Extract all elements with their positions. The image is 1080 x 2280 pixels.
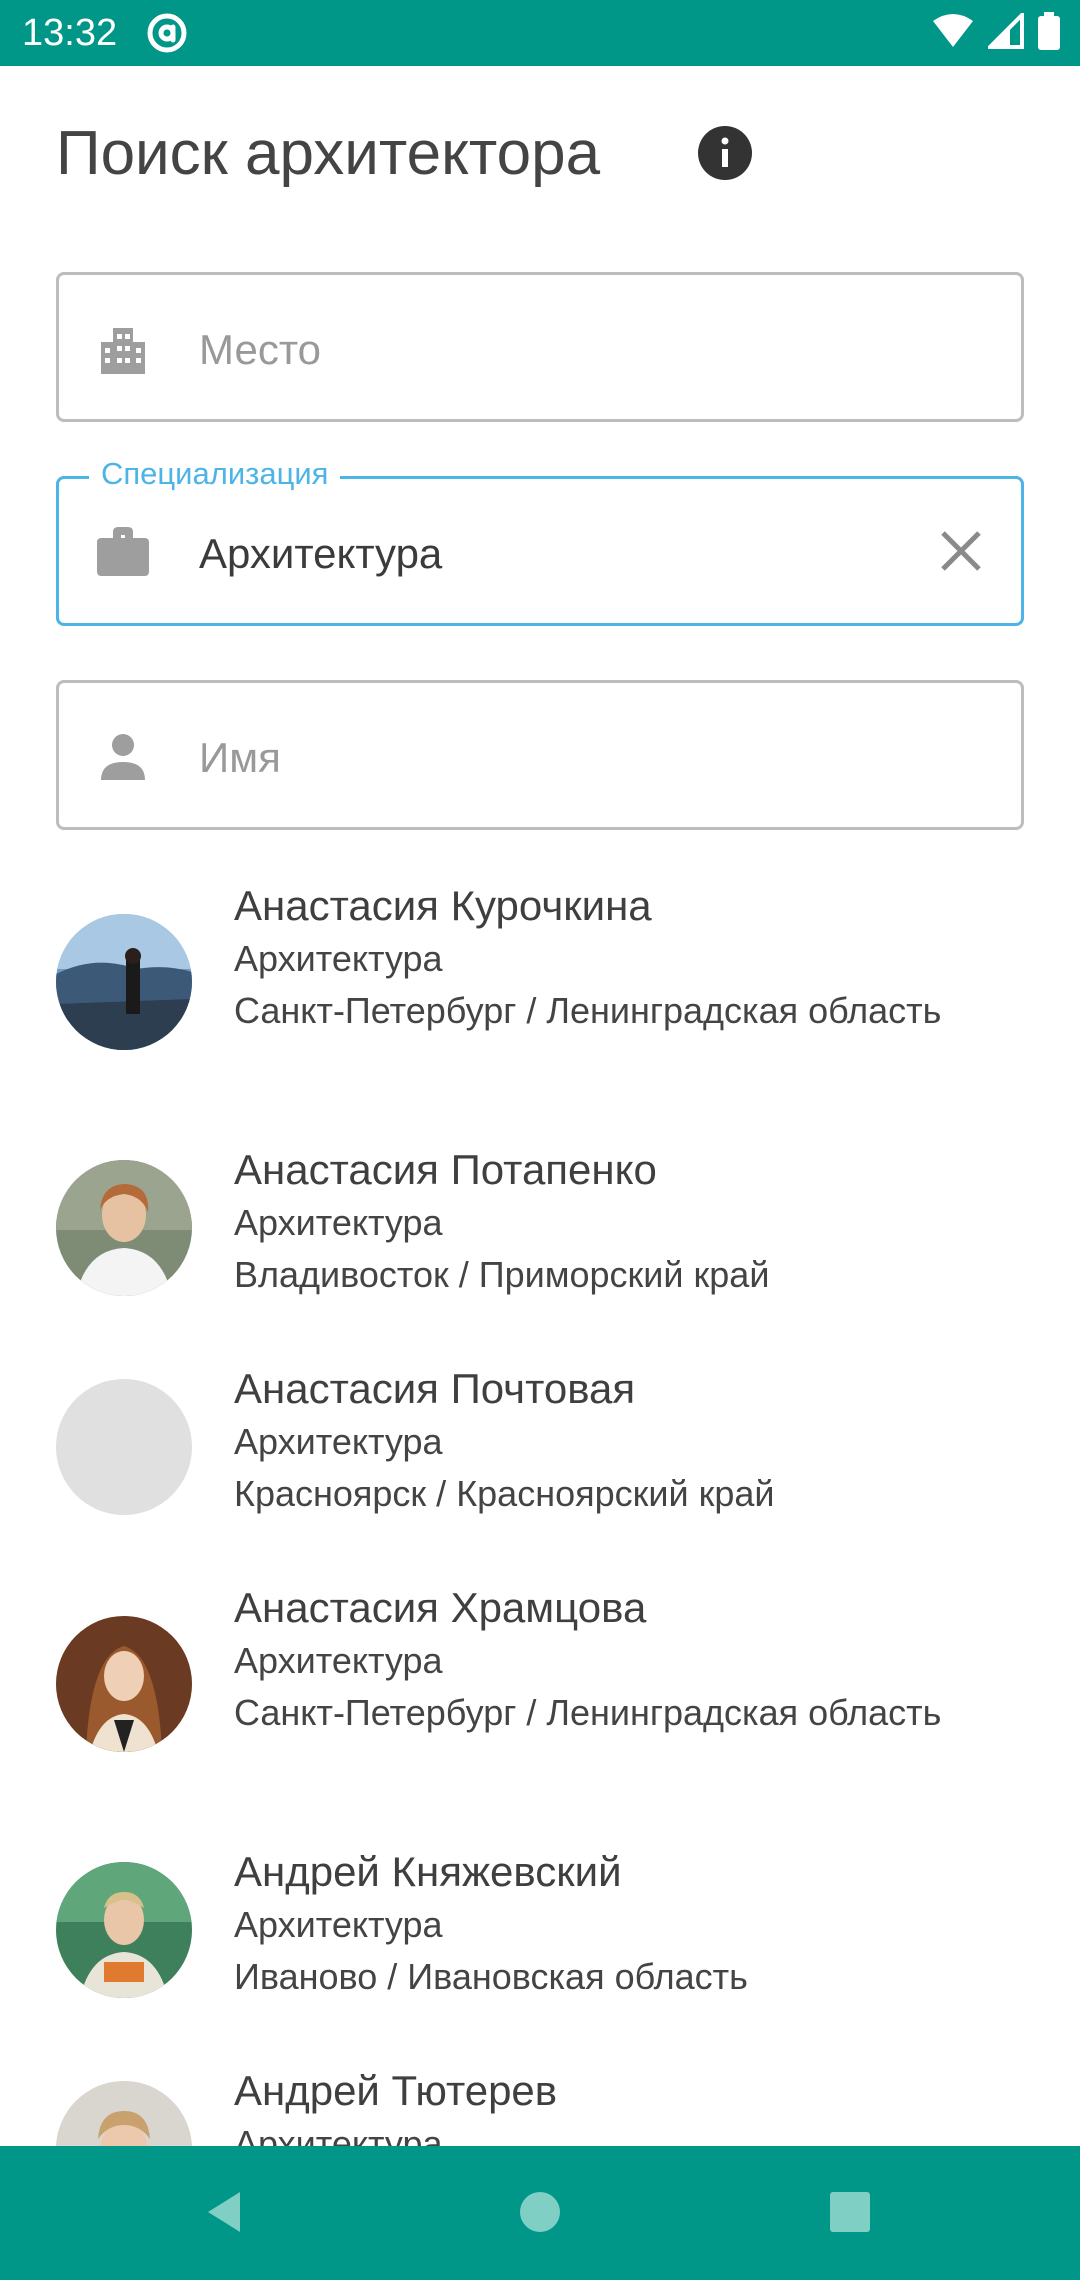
signal-icon: [985, 10, 1024, 54]
status-time: 13:32: [22, 12, 118, 54]
person-location: Иваново / Ивановская область: [234, 1956, 748, 1997]
home-icon[interactable]: [514, 2186, 566, 2243]
person-specialization: Архитектура: [234, 2123, 443, 2146]
close-icon[interactable]: [937, 527, 985, 580]
person-specialization: Архитектура: [234, 1904, 443, 1945]
person-specialization: Архитектура: [234, 1421, 443, 1462]
person-location: Санкт-Петербург / Ленинградская область: [234, 990, 942, 1031]
page-title: Поиск архитектора: [56, 119, 601, 188]
back-icon[interactable]: [200, 2186, 252, 2243]
avatar: [56, 1616, 192, 1752]
results-list[interactable]: Анастасия Курочкина Архитектура Санкт-Пе…: [0, 880, 1080, 2146]
avatar: [56, 1160, 192, 1296]
person-specialization: Архитектура: [234, 1202, 443, 1243]
person-location: Владивосток / Приморский край: [234, 1254, 770, 1295]
person-icon: [95, 728, 151, 789]
status-icons: [932, 10, 1060, 55]
person-name: Андрей Княжевский: [234, 1848, 622, 1895]
person-location: Красноярск / Красноярский край: [234, 1473, 775, 1514]
person-name: Андрей Тютерев: [234, 2067, 558, 2114]
person-location: Санкт-Петербург / Ленинградская область: [234, 1692, 942, 1733]
avatar: [56, 914, 192, 1050]
at-circle-icon: [146, 12, 188, 59]
person-name: Анастасия Курочкина: [234, 882, 652, 929]
person-name: Анастасия Почтовая: [234, 1365, 636, 1412]
specialization-input[interactable]: Архитектура: [199, 529, 442, 579]
avatar: [56, 1379, 192, 1515]
recents-icon[interactable]: [824, 2186, 876, 2243]
person-name: Анастасия Потапенко: [234, 1146, 657, 1193]
name-input[interactable]: Имя: [199, 733, 281, 783]
person-name: Анастасия Храмцова: [234, 1584, 647, 1631]
specialization-label: Специализация: [89, 454, 341, 494]
info-icon[interactable]: [697, 125, 753, 186]
avatar: [56, 2081, 192, 2146]
navigation-bar: [0, 2146, 1080, 2280]
place-input[interactable]: Место: [199, 325, 321, 375]
avatar: [56, 1862, 192, 1998]
wifi-icon: [932, 13, 974, 54]
place-field[interactable]: Место: [56, 272, 1024, 422]
specialization-field[interactable]: Специализация Архитектура: [56, 454, 1024, 626]
person-specialization: Архитектура: [234, 938, 443, 979]
status-bar: 13:32: [0, 0, 1080, 66]
battery-icon: [1038, 12, 1060, 55]
person-specialization: Архитектура: [234, 1640, 443, 1681]
briefcase-icon: [95, 524, 151, 585]
name-field[interactable]: Имя: [56, 680, 1024, 830]
city-icon: [95, 320, 151, 381]
